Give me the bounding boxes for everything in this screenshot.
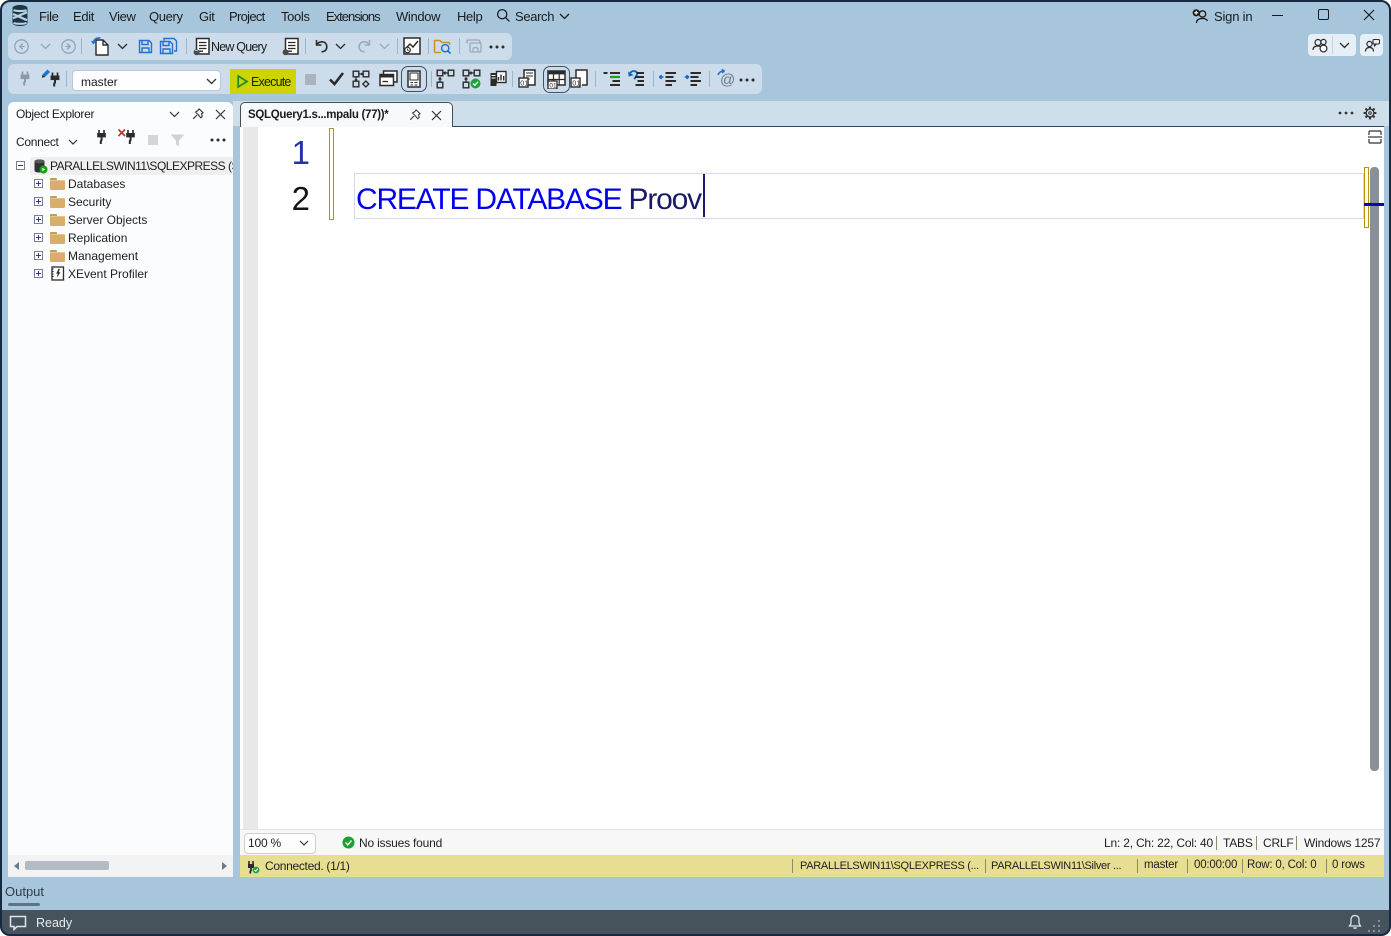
svg-text:01: 01 [520, 80, 528, 87]
svg-text:01: 01 [572, 80, 580, 87]
svg-text:01: 01 [549, 83, 557, 89]
svg-text:@: @ [720, 72, 735, 89]
